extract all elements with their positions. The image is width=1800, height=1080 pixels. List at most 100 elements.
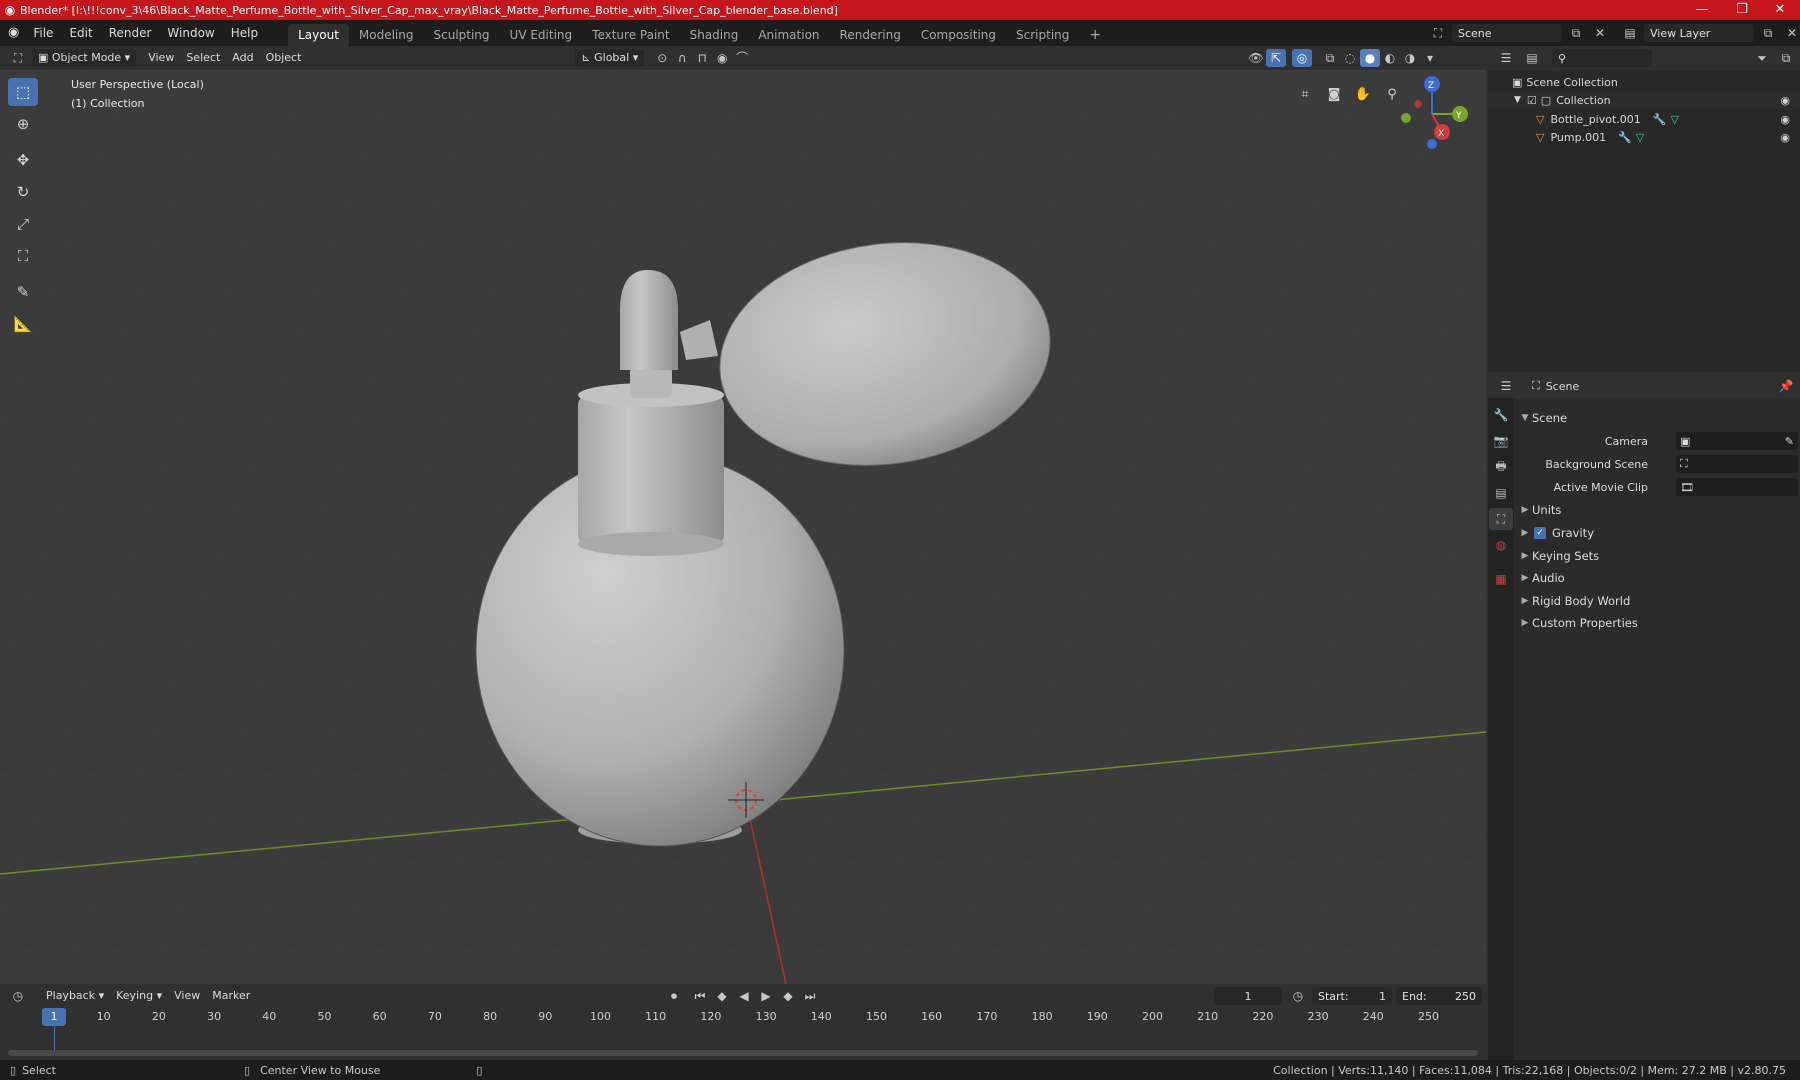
menu-render[interactable]: Render <box>101 20 160 46</box>
snap-target-icon[interactable]: ⊓ <box>692 49 712 67</box>
display-mode-icon[interactable]: ▤ <box>1522 49 1542 67</box>
camera-field[interactable]: ▣ ✎ <box>1676 432 1798 450</box>
background-scene-field[interactable]: ⛶ <box>1676 455 1798 473</box>
next-keyframe-icon[interactable]: ◆ <box>778 987 798 1005</box>
world-tab-icon[interactable]: ◍ <box>1489 534 1513 556</box>
outliner-search-input[interactable]: ⚲ <box>1552 49 1652 67</box>
play-reverse-icon[interactable]: ◀ <box>734 987 754 1005</box>
menu-timeline-view[interactable]: View <box>168 987 206 1005</box>
units-panel-header[interactable]: ▶ Units <box>1518 500 1798 520</box>
proportional-edit-icon[interactable]: ◉ <box>712 49 732 67</box>
active-movie-clip-field[interactable]: 🎞 <box>1676 478 1798 496</box>
pivot-point-icon[interactable]: ⊙ <box>652 49 672 67</box>
new-scene-icon[interactable]: ⧉ <box>1566 24 1586 42</box>
editor-type-icon[interactable]: ⛶ <box>8 49 28 67</box>
render-tab-icon[interactable]: 📷 <box>1489 430 1513 452</box>
new-collection-icon[interactable]: ⧉ <box>1776 49 1796 67</box>
close-button[interactable]: ✕ <box>1760 0 1800 20</box>
outliner-row-object[interactable]: ▽ Pump.001 🔧 ▽ ◉ <box>1488 128 1800 146</box>
gizmo-toggle-icon[interactable]: ⇱ <box>1266 49 1286 67</box>
xray-icon[interactable]: ⧉ <box>1320 49 1340 67</box>
gravity-panel-header[interactable]: ▶ ✓ Gravity <box>1518 523 1798 543</box>
tab-compositing[interactable]: Compositing <box>911 24 1006 46</box>
tab-animation[interactable]: Animation <box>748 24 829 46</box>
current-frame-field[interactable]: 1 <box>1214 987 1282 1005</box>
tab-shading[interactable]: Shading <box>680 24 749 46</box>
toggle-camera-view-icon[interactable]: ⌗ <box>1293 82 1317 106</box>
visibility-icon[interactable]: 👁 <box>1246 49 1266 67</box>
end-frame-field[interactable]: End: 250 <box>1396 987 1482 1005</box>
menu-marker[interactable]: Marker <box>206 987 256 1005</box>
menu-keying[interactable]: Keying ▾ <box>110 987 168 1005</box>
scene-icon[interactable]: ⛶ <box>1428 24 1448 42</box>
outliner-row-collection[interactable]: ▼ ☑ ▢ Collection ◉ <box>1488 91 1800 109</box>
audio-panel-header[interactable]: ▶ Audio <box>1518 568 1798 588</box>
expand-arrow-icon[interactable]: ▼ <box>1514 95 1521 105</box>
rigid-body-world-panel-header[interactable]: ▶ Rigid Body World <box>1518 591 1798 611</box>
eyedropper-icon[interactable]: ✎ <box>1785 435 1794 448</box>
timeline-editor-type-icon[interactable]: ◷ <box>8 987 28 1005</box>
menu-help[interactable]: Help <box>223 20 266 46</box>
keying-sets-panel-header[interactable]: ▶ Keying Sets <box>1518 546 1798 566</box>
transform-tool-icon[interactable]: ⛶ <box>8 242 38 270</box>
filter-icon[interactable]: ⏷ <box>1752 49 1772 67</box>
outliner-row-scene-collection[interactable]: ▣ Scene Collection <box>1488 73 1800 91</box>
pin-icon[interactable]: 📌 <box>1776 377 1796 395</box>
output-tab-icon[interactable]: 🖶 <box>1489 456 1513 478</box>
menu-select[interactable]: Select <box>180 49 226 67</box>
blender-menu-icon[interactable]: ◉ <box>0 20 25 46</box>
menu-playback[interactable]: Playback ▾ <box>40 987 110 1005</box>
measure-tool-icon[interactable]: 📐 <box>8 310 38 338</box>
menu-view[interactable]: View <box>142 49 180 67</box>
scene-tab-icon[interactable]: ⛶ <box>1489 508 1513 530</box>
texture-tab-icon[interactable]: ▦ <box>1489 568 1513 590</box>
tab-uv-editing[interactable]: UV Editing <box>500 24 583 46</box>
select-box-tool-icon[interactable]: ⬚ <box>8 78 38 106</box>
rendered-shading-icon[interactable]: ◑ <box>1400 49 1420 67</box>
rotate-tool-icon[interactable]: ↻ <box>8 178 38 206</box>
properties-editor-type-icon[interactable]: ☰ <box>1496 377 1516 395</box>
overlay-toggle-icon[interactable]: ◎ <box>1292 49 1312 67</box>
shading-options-icon[interactable]: ▾ <box>1420 49 1440 67</box>
transform-orientation-selector[interactable]: ⊾ Global ▾ <box>575 49 645 67</box>
custom-properties-panel-header[interactable]: ▶ Custom Properties <box>1518 613 1798 633</box>
move-tool-icon[interactable]: ✥ <box>8 146 38 174</box>
menu-window[interactable]: Window <box>159 20 222 46</box>
prev-keyframe-icon[interactable]: ◆ <box>712 987 732 1005</box>
remove-view-layer-icon[interactable]: ✕ <box>1782 24 1800 42</box>
zoom-icon[interactable]: ⚲ <box>1380 82 1404 106</box>
wireframe-shading-icon[interactable]: ◌ <box>1340 49 1360 67</box>
menu-object[interactable]: Object <box>260 49 308 67</box>
tab-texture-paint[interactable]: Texture Paint <box>582 24 679 46</box>
view-layer-icon[interactable]: ▤ <box>1620 24 1640 42</box>
visibility-eye-icon[interactable]: ◉ <box>1780 94 1790 107</box>
material-shading-icon[interactable]: ◐ <box>1380 49 1400 67</box>
new-view-layer-icon[interactable]: ⧉ <box>1758 24 1778 42</box>
visibility-eye-icon[interactable]: ◉ <box>1780 113 1790 126</box>
falloff-icon[interactable]: ⌒ <box>732 49 752 67</box>
tab-layout[interactable]: Layout <box>288 24 349 46</box>
view-layer-selector[interactable]: View Layer <box>1644 24 1754 42</box>
tab-rendering[interactable]: Rendering <box>830 24 911 46</box>
view-layer-tab-icon[interactable]: ▤ <box>1489 482 1513 504</box>
snap-icon[interactable]: ∩ <box>672 49 692 67</box>
outliner-row-object[interactable]: ▽ Bottle_pivot.001 🔧 ▽ ◉ <box>1488 110 1800 128</box>
tab-modeling[interactable]: Modeling <box>349 24 424 46</box>
menu-file[interactable]: File <box>25 20 61 46</box>
playhead-frame-indicator[interactable]: 1 <box>42 1008 66 1026</box>
visibility-eye-icon[interactable]: ◉ <box>1780 131 1790 144</box>
3d-viewport[interactable]: Z Y X User Perspective (Local) (1) Colle… <box>0 70 1486 984</box>
timeline-area[interactable]: 1102030405060708090100110120130140150160… <box>0 1008 1486 1060</box>
scene-panel-header[interactable]: ▼ Scene <box>1518 408 1798 428</box>
jump-end-icon[interactable]: ⏭ <box>800 987 820 1005</box>
play-icon[interactable]: ▶ <box>756 987 776 1005</box>
jump-start-icon[interactable]: ⏮ <box>690 987 710 1005</box>
tool-tab-icon[interactable]: 🔧 <box>1489 404 1513 426</box>
remove-scene-icon[interactable]: ✕ <box>1590 24 1610 42</box>
solid-shading-icon[interactable]: ● <box>1360 49 1380 67</box>
tab-sculpting[interactable]: Sculpting <box>424 24 500 46</box>
add-workspace-button[interactable]: + <box>1079 24 1111 46</box>
annotate-tool-icon[interactable]: ✎ <box>8 278 38 306</box>
menu-add[interactable]: Add <box>226 49 259 67</box>
exclude-checkbox[interactable]: ☑ <box>1527 94 1537 107</box>
